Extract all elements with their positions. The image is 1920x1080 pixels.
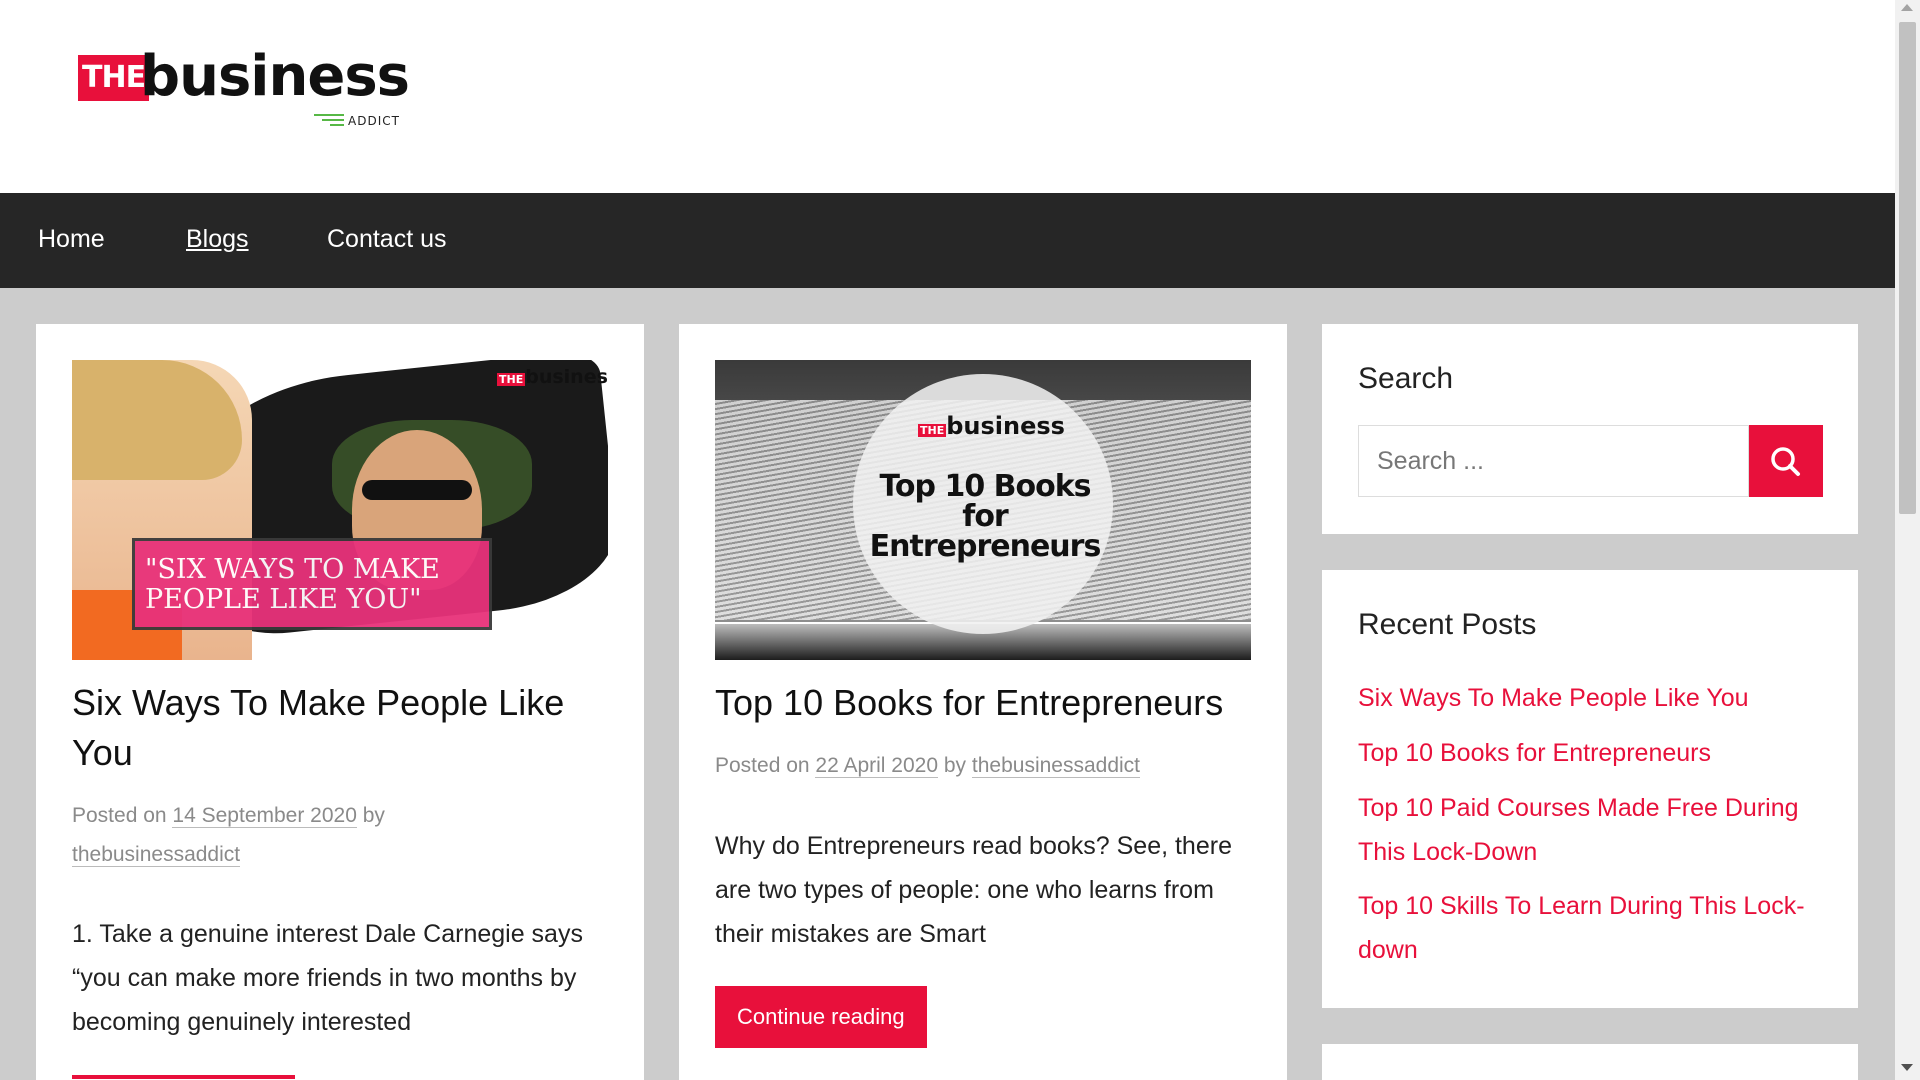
post-date-link[interactable]: 14 September 2020 [172,804,357,828]
main-navigation: Home Blogs Contact us [0,193,1895,288]
post-excerpt: Why do Entrepreneurs read books? See, th… [715,832,1232,948]
post-title[interactable]: Six Ways To Make People Like You [72,678,608,778]
post-meta: Posted on 22 April 2020 by thebusinessad… [715,754,1141,778]
search-icon [1771,447,1800,476]
site-header: THE business ADDICT [0,0,1895,193]
recent-post-link[interactable]: Top 10 Skills To Learn During This Lock-… [1358,884,1848,972]
continue-reading-button[interactable]: Continue reading [715,986,927,1048]
sidebar-widget [1322,1044,1858,1080]
image-logo: THEbusiness [918,412,1065,440]
post-card: THEbusiness Top 10 Books for Entrepreneu… [679,324,1287,1080]
recent-posts-widget: Recent Posts Six Ways To Make People Lik… [1322,570,1858,1008]
post-meta: Posted on 14 September 2020 by thebusine… [72,804,385,867]
widget-title: Search [1358,362,1454,395]
logo-addict-text: ADDICT [348,114,400,128]
recent-post-link[interactable]: Six Ways To Make People Like You [1358,676,1848,720]
nav-item-blogs[interactable]: Blogs [186,225,249,254]
search-widget: Search [1322,324,1858,534]
site-logo[interactable]: THE business ADDICT [76,44,410,140]
search-button[interactable] [1749,425,1823,497]
logo-wordmark: business [140,44,410,109]
post-author-link[interactable]: thebusinessaddict [72,843,241,867]
nav-item-contact[interactable]: Contact us [327,225,447,254]
logo-the-badge: THE [78,55,150,101]
scroll-up-arrow-icon[interactable] [1901,4,1913,11]
post-title[interactable]: Top 10 Books for Entrepreneurs [715,678,1251,728]
continue-reading-button[interactable] [72,1075,295,1079]
image-caption-banner: "SIX WAYS TO MAKE PEOPLE LIKE YOU" [132,538,492,630]
vertical-scrollbar[interactable] [1895,0,1920,1080]
post-featured-image[interactable]: THEbusiness Top 10 Books for Entrepreneu… [715,360,1251,660]
image-caption: Top 10 Books for Entrepreneurs [869,469,1102,564]
post-date-link[interactable]: 22 April 2020 [815,754,939,778]
post-card: THEbusiness "SIX WAYS TO MAKE PEOPLE LIK… [36,324,644,1080]
scrollbar-thumb[interactable] [1899,22,1916,514]
logo-speed-lines [314,114,344,128]
post-author-link[interactable]: thebusinessaddict [971,754,1141,778]
image-logo: THEbusiness [497,366,608,388]
recent-post-link[interactable]: Top 10 Books for Entrepreneurs [1358,731,1848,775]
recent-post-link[interactable]: Top 10 Paid Courses Made Free During Thi… [1358,786,1848,874]
post-featured-image[interactable]: THEbusiness "SIX WAYS TO MAKE PEOPLE LIK… [72,360,608,660]
nav-item-home[interactable]: Home [38,225,105,254]
scroll-down-arrow-icon[interactable] [1901,1064,1913,1071]
widget-title: Recent Posts [1358,608,1537,641]
post-excerpt: 1. Take a genuine interest Dale Carnegie… [72,920,583,1036]
sunglasses-shape [362,480,472,500]
search-input[interactable] [1358,425,1749,497]
